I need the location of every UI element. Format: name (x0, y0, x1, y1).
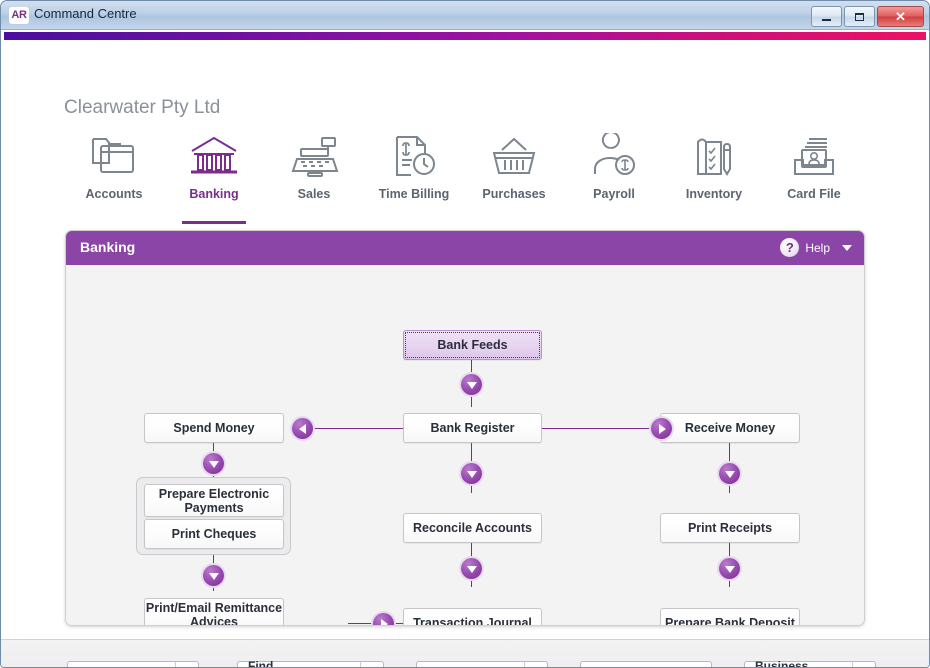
sent-emails-label: Sent Emails (581, 662, 711, 668)
nav-label-card-file: Card File (787, 187, 841, 201)
flow-button-print-email-remittance-advices[interactable]: Print/Email Remittance Advices (144, 598, 284, 626)
title-bar: AR Command Centre ✕ (1, 1, 929, 30)
flow-button-print-cheques[interactable]: Print Cheques (144, 519, 284, 549)
person-dollar-icon (589, 130, 639, 182)
maximize-button[interactable] (844, 6, 875, 27)
flow-button-prepare-bank-deposit[interactable]: Prepare Bank Deposit (660, 608, 800, 626)
to-do-list-button[interactable]: To Do List (67, 661, 199, 668)
brand-accent-strip (4, 32, 926, 40)
question-mark-icon: ? (780, 238, 799, 257)
arrow-down-icon-reconcile[interactable] (461, 558, 482, 579)
flow-button-reconcile-accounts[interactable]: Reconcile Accounts (403, 513, 542, 543)
nav-item-payroll[interactable]: Payroll (564, 130, 664, 218)
application-window: AR Command Centre ✕ Clearwater Pty Ltd (0, 0, 930, 668)
flow-button-receive-money[interactable]: Receive Money (660, 413, 800, 443)
nav-label-inventory: Inventory (686, 187, 742, 201)
help-label: Help (805, 241, 830, 255)
arrow-down-icon-payments-group[interactable] (203, 565, 224, 586)
basket-icon (489, 130, 539, 182)
nav-label-banking: Banking (189, 187, 238, 201)
flow-button-transaction-journal[interactable]: Transaction Journal (403, 608, 542, 626)
nav-label-time-billing: Time Billing (379, 187, 450, 201)
nav-label-purchases: Purchases (482, 187, 545, 201)
find-transactions-label: Find Transactions (238, 662, 360, 668)
arrow-down-icon-bankfeeds[interactable] (461, 374, 482, 395)
close-button[interactable]: ✕ (877, 6, 924, 27)
bank-building-icon (187, 130, 241, 182)
nav-item-banking[interactable]: Banking (164, 130, 264, 218)
folders-icon (89, 130, 139, 182)
find-transactions-button[interactable]: Find Transactions (237, 661, 384, 668)
command-centre-nav: Accounts Banking (64, 130, 864, 218)
close-icon: ✕ (878, 7, 923, 26)
arrow-down-icon-printreceipts[interactable] (719, 558, 740, 579)
flow-button-bank-feeds[interactable]: Bank Feeds (403, 330, 542, 360)
to-do-list-label: To Do List (68, 662, 175, 668)
card-index-icon (789, 130, 839, 182)
nav-label-sales: Sales (298, 187, 331, 201)
banking-panel: Banking ? Help (65, 230, 865, 626)
business-insights-label: Business Insights (745, 662, 852, 668)
flow-button-prepare-electronic-payments[interactable]: Prepare Electronic Payments (144, 484, 284, 517)
reports-button[interactable]: Reports (416, 661, 548, 668)
nav-label-accounts: Accounts (86, 187, 143, 201)
sent-emails-button[interactable]: Sent Emails (580, 661, 712, 668)
minimize-icon (812, 7, 841, 26)
flow-button-print-receipts[interactable]: Print Receipts (660, 513, 800, 543)
nav-item-inventory[interactable]: Inventory (664, 130, 764, 218)
panel-header: Banking ? Help (66, 231, 864, 265)
arrow-down-icon-receivemoney[interactable] (719, 463, 740, 484)
find-transactions-dropdown-icon[interactable] (360, 662, 383, 668)
company-name: Clearwater Pty Ltd (64, 97, 220, 119)
app-logo-icon: AR (9, 7, 29, 24)
nav-item-card-file[interactable]: Card File (764, 130, 864, 218)
nav-item-purchases[interactable]: Purchases (464, 130, 564, 218)
nav-item-sales[interactable]: Sales (264, 130, 364, 218)
window-controls: ✕ (811, 6, 924, 27)
arrow-right-icon-receivemoney[interactable] (651, 418, 672, 439)
bottom-toolbar: To Do List Find Transactions Reports Sen… (1, 640, 929, 668)
arrow-right-icon-remittance[interactable] (373, 613, 394, 626)
clipboard-pen-icon (689, 130, 739, 182)
maximize-icon (845, 7, 874, 26)
nav-item-accounts[interactable]: Accounts (64, 130, 164, 218)
arrow-down-icon-spendmoney[interactable] (203, 453, 224, 474)
nav-active-underline (182, 221, 246, 224)
nav-label-payroll: Payroll (593, 187, 635, 201)
arrow-down-icon-bankregister[interactable] (461, 463, 482, 484)
chevron-down-icon[interactable] (842, 245, 852, 251)
invoice-clock-icon (389, 130, 439, 182)
flow-button-spend-money[interactable]: Spend Money (144, 413, 284, 443)
panel-title: Banking (80, 239, 135, 255)
content-area: Clearwater Pty Ltd Accounts (1, 40, 929, 668)
minimize-button[interactable] (811, 6, 842, 27)
business-insights-button[interactable]: Business Insights (744, 661, 876, 668)
reports-label: Reports (417, 662, 524, 668)
to-do-list-dropdown-icon[interactable] (175, 662, 198, 668)
business-insights-dropdown-icon[interactable] (852, 662, 875, 668)
cash-register-icon (289, 130, 339, 182)
banking-flowchart: Bank Feeds Spend Money Bank Register Rec… (66, 265, 864, 625)
reports-dropdown-icon[interactable] (524, 662, 547, 668)
help-button[interactable]: ? Help (780, 238, 852, 257)
flow-button-bank-register[interactable]: Bank Register (403, 413, 542, 443)
nav-item-time-billing[interactable]: Time Billing (364, 130, 464, 218)
window-title: Command Centre (34, 6, 137, 21)
bottom-button-row: To Do List Find Transactions Reports Sen… (67, 661, 876, 668)
arrow-left-icon-spendmoney[interactable] (292, 418, 313, 439)
